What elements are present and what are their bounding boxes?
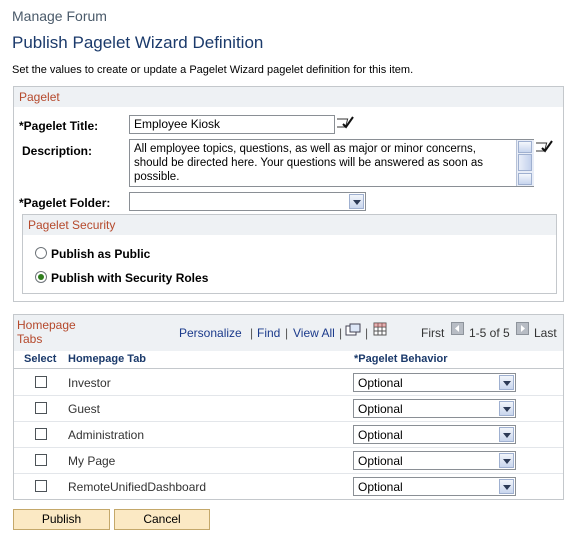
row-behavior-value: Optional [358, 402, 403, 416]
chevron-down-icon[interactable] [499, 479, 514, 494]
scroll-up-arrow-icon[interactable] [518, 141, 532, 153]
personalize-link[interactable]: Personalize [179, 326, 242, 340]
publish-public-label: Publish as Public [51, 247, 151, 261]
row-divider [14, 421, 563, 422]
publish-button[interactable]: Publish [13, 509, 110, 530]
row-divider [14, 395, 563, 396]
first-label: First [421, 326, 445, 340]
separator: | [365, 326, 369, 340]
row-tab-name: Guest [68, 402, 101, 416]
homepage-tabs-title-line1: Homepage [17, 318, 76, 332]
scroll-thumb[interactable] [518, 154, 532, 171]
publish-public-radio[interactable] [35, 247, 47, 259]
row-divider [14, 447, 563, 448]
pagelet-title-label: *Pagelet Title: [19, 119, 99, 133]
row-tab-name: My Page [68, 454, 116, 468]
breadcrumb: Manage Forum [12, 8, 107, 24]
chevron-down-icon[interactable] [499, 401, 514, 416]
spell-check-icon[interactable] [333, 114, 355, 130]
description-value: All employee topics, questions, as well … [134, 143, 484, 183]
row-behavior-select[interactable]: Optional [353, 399, 516, 418]
pagelet-security-title: Pagelet Security [23, 215, 556, 235]
cancel-button[interactable]: Cancel [114, 509, 210, 530]
page-title: Publish Pagelet Wizard Definition [12, 33, 264, 52]
row-behavior-select[interactable]: Optional [353, 425, 516, 444]
row-select-checkbox[interactable] [35, 480, 47, 492]
prev-arrow-icon[interactable] [451, 322, 464, 335]
pagelet-folder-select[interactable] [129, 192, 366, 211]
new-window-icon[interactable] [345, 323, 361, 337]
col-tab-header[interactable]: Homepage Tab [68, 353, 146, 365]
pagelet-title-value: Employee Kiosk [134, 117, 221, 131]
row-select-checkbox[interactable] [35, 428, 47, 440]
row-behavior-select[interactable]: Optional [353, 373, 516, 392]
separator: | [285, 326, 289, 340]
homepage-tabs-title-line2: Tabs [17, 332, 43, 346]
row-divider [14, 473, 563, 474]
col-behavior-header[interactable]: *Pagelet Behavior [354, 353, 448, 365]
separator: | [339, 326, 343, 340]
publish-roles-label: Publish with Security Roles [51, 271, 209, 285]
homepage-tabs-title: Homepage Tabs [17, 318, 76, 346]
row-behavior-value: Optional [358, 480, 403, 494]
row-behavior-value: Optional [358, 454, 403, 468]
pagelet-section-title: Pagelet [14, 87, 563, 107]
find-link[interactable]: Find [257, 326, 280, 340]
chevron-down-icon[interactable] [349, 194, 364, 209]
row-behavior-select[interactable]: Optional [353, 477, 516, 496]
row-tab-name: Investor [68, 376, 111, 390]
page-range: 1-5 of 5 [469, 326, 510, 340]
chevron-down-icon[interactable] [499, 375, 514, 390]
grid-download-icon[interactable] [373, 322, 387, 336]
view-all-link[interactable]: View All [293, 326, 335, 340]
header-divider [14, 368, 563, 369]
row-tab-name: RemoteUnifiedDashboard [68, 480, 207, 494]
publish-roles-radio[interactable] [35, 271, 47, 283]
chevron-down-icon[interactable] [499, 453, 514, 468]
pagelet-title-input[interactable]: Employee Kiosk [129, 115, 335, 134]
separator: | [250, 326, 254, 340]
description-spell-check-icon[interactable] [532, 138, 554, 154]
instructions-text: Set the values to create or update a Pag… [12, 64, 414, 76]
scroll-down-arrow-icon[interactable] [518, 173, 532, 185]
row-select-checkbox[interactable] [35, 402, 47, 414]
description-scrollbar[interactable] [516, 140, 534, 186]
last-label: Last [534, 326, 557, 340]
description-label: Description: [22, 144, 93, 158]
row-behavior-value: Optional [358, 428, 403, 442]
next-arrow-icon[interactable] [516, 322, 529, 335]
row-tab-name: Administration [68, 428, 145, 442]
row-select-checkbox[interactable] [35, 454, 47, 466]
row-select-checkbox[interactable] [35, 376, 47, 388]
row-behavior-value: Optional [358, 376, 403, 390]
chevron-down-icon[interactable] [499, 427, 514, 442]
col-select-header[interactable]: Select [24, 353, 56, 365]
description-textarea[interactable]: All employee topics, questions, as well … [129, 139, 534, 187]
pagelet-folder-label: *Pagelet Folder: [19, 196, 111, 210]
row-behavior-select[interactable]: Optional [353, 451, 516, 470]
